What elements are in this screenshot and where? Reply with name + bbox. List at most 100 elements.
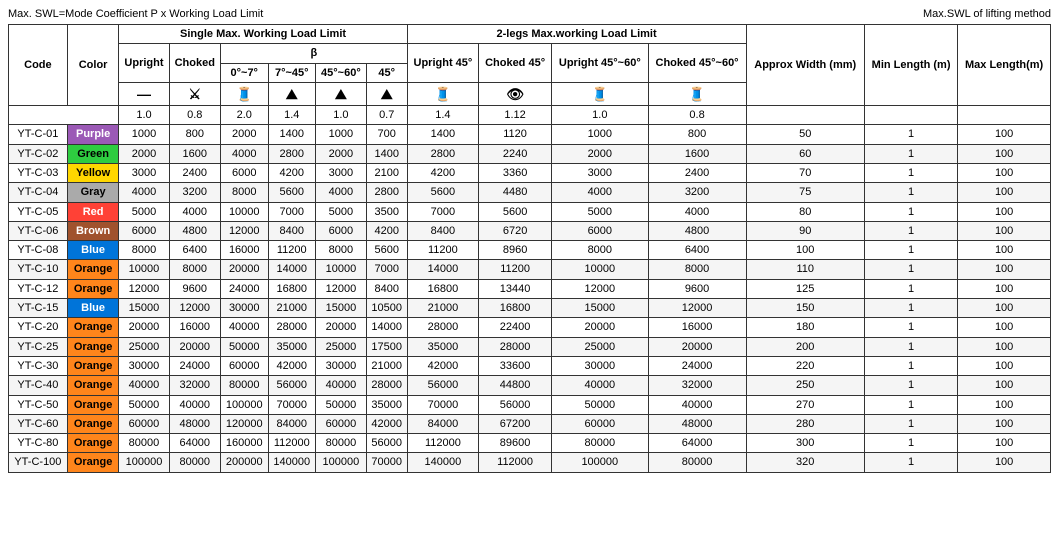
- color-cell: Orange: [67, 318, 119, 337]
- code-cell: YT-C-30: [9, 356, 68, 375]
- data-cell: 100: [958, 202, 1051, 221]
- data-cell: 56000: [407, 376, 479, 395]
- data-cell: 10500: [366, 299, 407, 318]
- data-cell: 2000: [552, 144, 649, 163]
- data-cell: 6720: [479, 221, 552, 240]
- data-cell: 100: [958, 453, 1051, 472]
- data-cell: 1: [864, 395, 957, 414]
- data-cell: 100: [958, 260, 1051, 279]
- data-cell: 40000: [119, 376, 169, 395]
- two-upright-header: Upright 45°: [407, 44, 479, 83]
- table-row: YT-C-03Yellow300024006000420030002100420…: [9, 163, 1051, 182]
- data-cell: 10000: [552, 260, 649, 279]
- color-cell: Orange: [67, 376, 119, 395]
- color-cell: Purple: [67, 125, 119, 144]
- data-cell: 2400: [169, 163, 220, 182]
- mult-10: 0.8: [648, 106, 746, 125]
- data-cell: 70000: [268, 395, 316, 414]
- data-cell: 15000: [316, 299, 367, 318]
- data-cell: 56000: [366, 434, 407, 453]
- data-cell: 50000: [316, 395, 367, 414]
- data-cell: 8000: [119, 241, 169, 260]
- icon-2l-choked: 👁: [479, 82, 552, 105]
- title-right: Max.SWL of lifting method: [923, 8, 1051, 20]
- data-cell: 21000: [407, 299, 479, 318]
- data-cell: 8000: [220, 183, 268, 202]
- title-left: Max. SWL=Mode Coefficient P x Working Lo…: [8, 8, 263, 20]
- min-length-header: Min Length (m): [864, 25, 957, 106]
- color-cell: Brown: [67, 221, 119, 240]
- data-cell: 800: [169, 125, 220, 144]
- table-row: YT-C-02Green2000160040002800200014002800…: [9, 144, 1051, 163]
- table-row: YT-C-08Blue80006400160001120080005600112…: [9, 241, 1051, 260]
- mult-1: 1.0: [119, 106, 169, 125]
- data-cell: 15000: [119, 299, 169, 318]
- data-cell: 100: [958, 356, 1051, 375]
- data-cell: 75: [746, 183, 864, 202]
- data-cell: 10000: [119, 260, 169, 279]
- icon-beta4: ⛰: [366, 82, 407, 105]
- color-cell: Blue: [67, 299, 119, 318]
- code-cell: YT-C-10: [9, 260, 68, 279]
- data-cell: 220: [746, 356, 864, 375]
- data-cell: 3000: [316, 163, 367, 182]
- color-cell: Orange: [67, 414, 119, 433]
- color-cell: Yellow: [67, 163, 119, 182]
- beta-col1: 0°~7°: [220, 63, 268, 82]
- data-cell: 13440: [479, 279, 552, 298]
- data-cell: 1: [864, 183, 957, 202]
- data-cell: 1: [864, 163, 957, 182]
- data-cell: 12000: [552, 279, 649, 298]
- data-cell: 1: [864, 279, 957, 298]
- data-cell: 1000: [552, 125, 649, 144]
- data-cell: 11200: [479, 260, 552, 279]
- data-cell: 90: [746, 221, 864, 240]
- data-cell: 280: [746, 414, 864, 433]
- data-cell: 5000: [552, 202, 649, 221]
- data-cell: 4200: [268, 163, 316, 182]
- data-cell: 42000: [366, 414, 407, 433]
- data-cell: 28000: [407, 318, 479, 337]
- color-cell: Red: [67, 202, 119, 221]
- data-cell: 67200: [479, 414, 552, 433]
- data-cell: 6000: [316, 221, 367, 240]
- data-cell: 80000: [648, 453, 746, 472]
- data-cell: 4000: [119, 183, 169, 202]
- data-cell: 180: [746, 318, 864, 337]
- data-cell: 100: [958, 299, 1051, 318]
- data-cell: 89600: [479, 434, 552, 453]
- data-cell: 20000: [169, 337, 220, 356]
- data-cell: 150: [746, 299, 864, 318]
- data-cell: 12000: [316, 279, 367, 298]
- table-row: YT-C-80Orange800006400016000011200080000…: [9, 434, 1051, 453]
- data-cell: 100: [958, 163, 1051, 182]
- data-cell: 24000: [169, 356, 220, 375]
- upright-header: Upright: [119, 44, 169, 83]
- data-cell: 8960: [479, 241, 552, 260]
- data-cell: 80: [746, 202, 864, 221]
- table-row: YT-C-50Orange500004000010000070000500003…: [9, 395, 1051, 414]
- two-legs-header: 2-legs Max.working Load Limit: [407, 25, 746, 44]
- data-cell: 84000: [407, 414, 479, 433]
- data-cell: 100: [958, 183, 1051, 202]
- approx-width-header: Approx Width (mm): [746, 25, 864, 106]
- data-cell: 14000: [407, 260, 479, 279]
- data-cell: 16800: [407, 279, 479, 298]
- beta-header: β: [220, 44, 407, 63]
- data-cell: 100000: [552, 453, 649, 472]
- mult-min: [864, 106, 957, 125]
- data-cell: 40000: [552, 376, 649, 395]
- table-row: YT-C-40Orange400003200080000560004000028…: [9, 376, 1051, 395]
- color-cell: Orange: [67, 279, 119, 298]
- data-cell: 8400: [407, 221, 479, 240]
- table-row: YT-C-06Brown6000480012000840060004200840…: [9, 221, 1051, 240]
- data-cell: 32000: [648, 376, 746, 395]
- data-cell: 6000: [552, 221, 649, 240]
- data-cell: 40000: [220, 318, 268, 337]
- two-choked-header: Choked 45°: [479, 44, 552, 83]
- data-cell: 1: [864, 434, 957, 453]
- code-cell: YT-C-50: [9, 395, 68, 414]
- data-cell: 20000: [220, 260, 268, 279]
- data-cell: 320: [746, 453, 864, 472]
- color-cell: Orange: [67, 356, 119, 375]
